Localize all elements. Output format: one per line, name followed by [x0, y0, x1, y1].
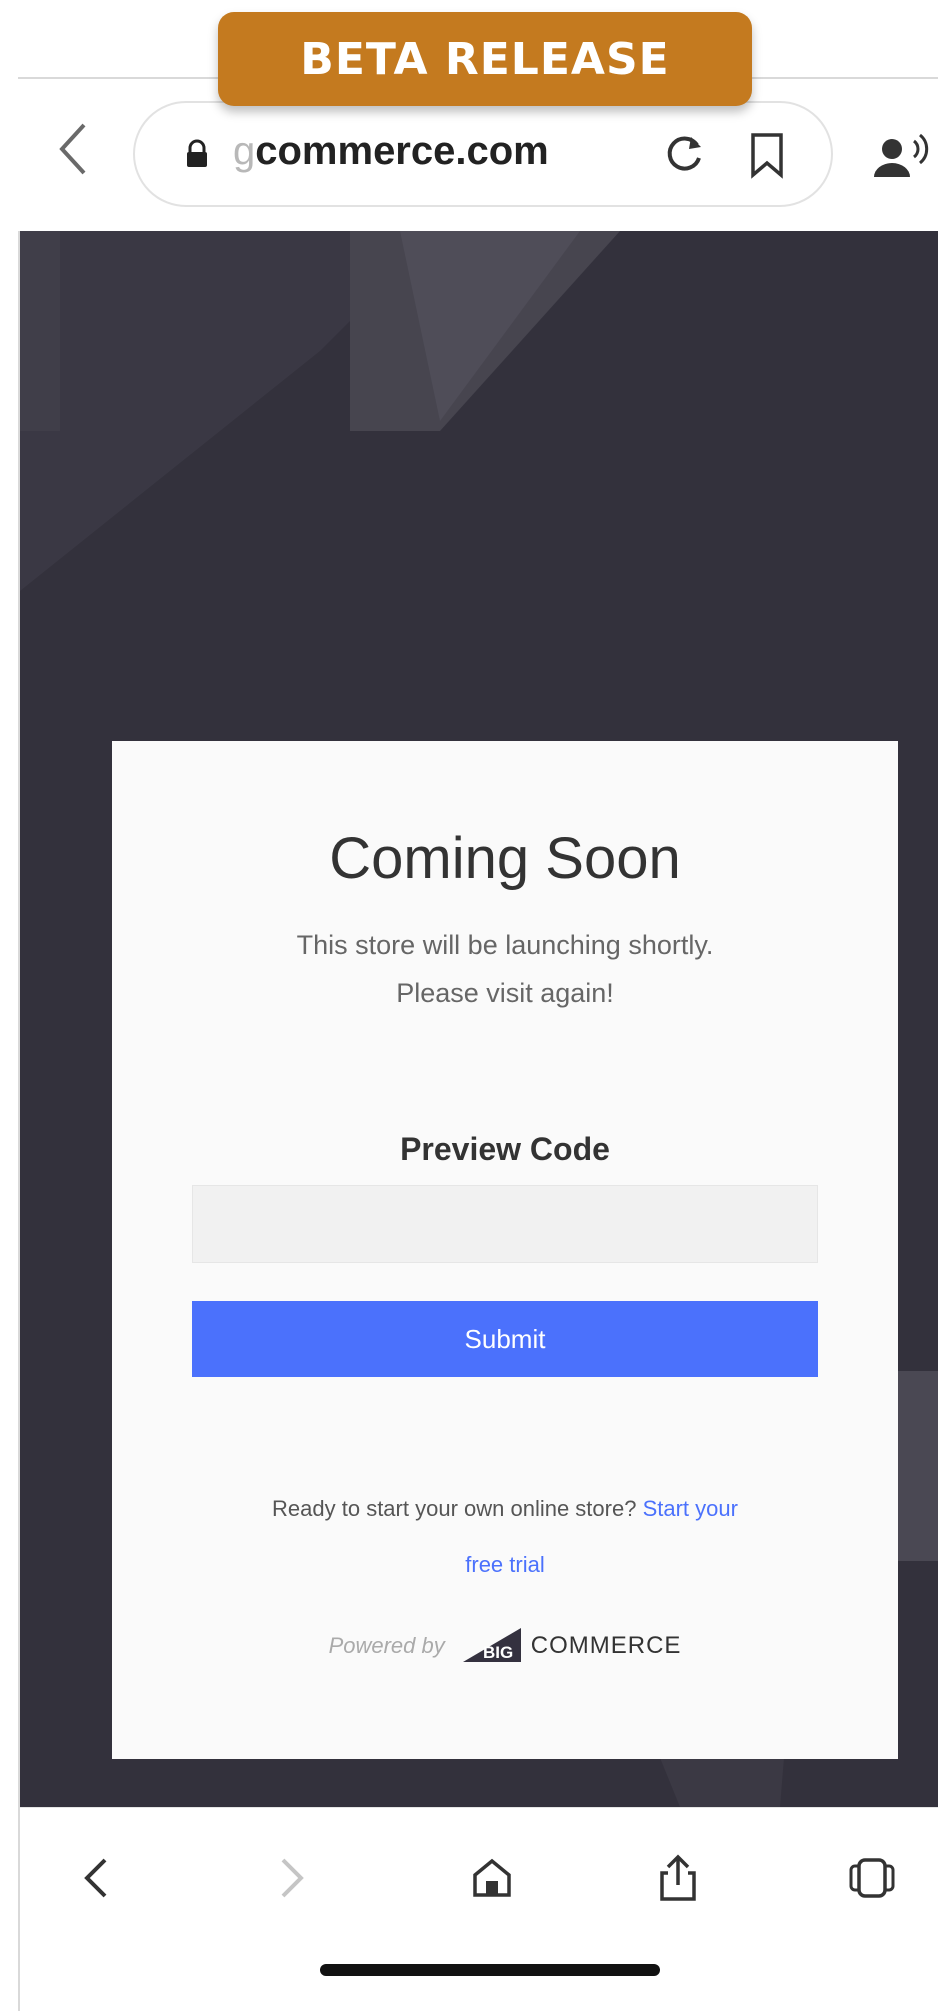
page: BETA RELEASE gcommerce.com Coming Soon T… [0, 0, 938, 2011]
lock-icon [185, 139, 209, 169]
powered-by-text: Powered by [328, 1633, 445, 1658]
share-icon[interactable] [648, 1848, 708, 1908]
beta-release-badge: BETA RELEASE [218, 12, 752, 106]
page-title: Coming Soon [329, 826, 681, 891]
home-indicator[interactable] [320, 1964, 660, 1976]
preview-code-input[interactable] [192, 1185, 818, 1263]
back-icon[interactable] [58, 121, 108, 181]
free-trial-prompt: Ready to start your own online store? St… [112, 1481, 898, 1593]
url-text[interactable]: gcommerce.com [233, 129, 549, 174]
store-background: Coming Soon This store will be launching… [20, 231, 938, 1807]
submit-button[interactable]: Submit [192, 1301, 818, 1377]
reload-icon[interactable] [661, 131, 707, 177]
bigcommerce-logo[interactable]: BIG COMMERCE [462, 1626, 682, 1666]
page-subtitle: This store will be launching shortly. Pl… [112, 921, 898, 1017]
tabs-icon[interactable] [842, 1848, 902, 1908]
ready-prefix-text: Ready to start your own online store? [272, 1496, 637, 1521]
powered-by-row: Powered by BIG COMMERCE [112, 1621, 898, 1671]
start-free-trial-link-continued[interactable]: free trial [112, 1537, 898, 1593]
subtitle-line-2: Please visit again! [396, 978, 614, 1008]
back-arrow-icon[interactable] [66, 1848, 126, 1908]
preview-code-label: Preview Code [400, 1131, 610, 1167]
coming-soon-card: Coming Soon This store will be launching… [112, 741, 898, 1759]
reader-voice-icon[interactable] [870, 133, 934, 183]
logo-commerce-text: COMMERCE [530, 1632, 682, 1659]
forward-arrow-icon[interactable] [262, 1848, 322, 1908]
start-free-trial-link[interactable]: Start your [643, 1496, 738, 1521]
url-bar[interactable]: gcommerce.com [133, 101, 833, 207]
logo-big-text: BIG [483, 1643, 513, 1662]
subtitle-line-1: This store will be launching shortly. [296, 930, 714, 960]
bookmark-icon[interactable] [747, 131, 787, 179]
home-icon[interactable] [462, 1848, 522, 1908]
browser-toolbar [20, 1807, 938, 2011]
